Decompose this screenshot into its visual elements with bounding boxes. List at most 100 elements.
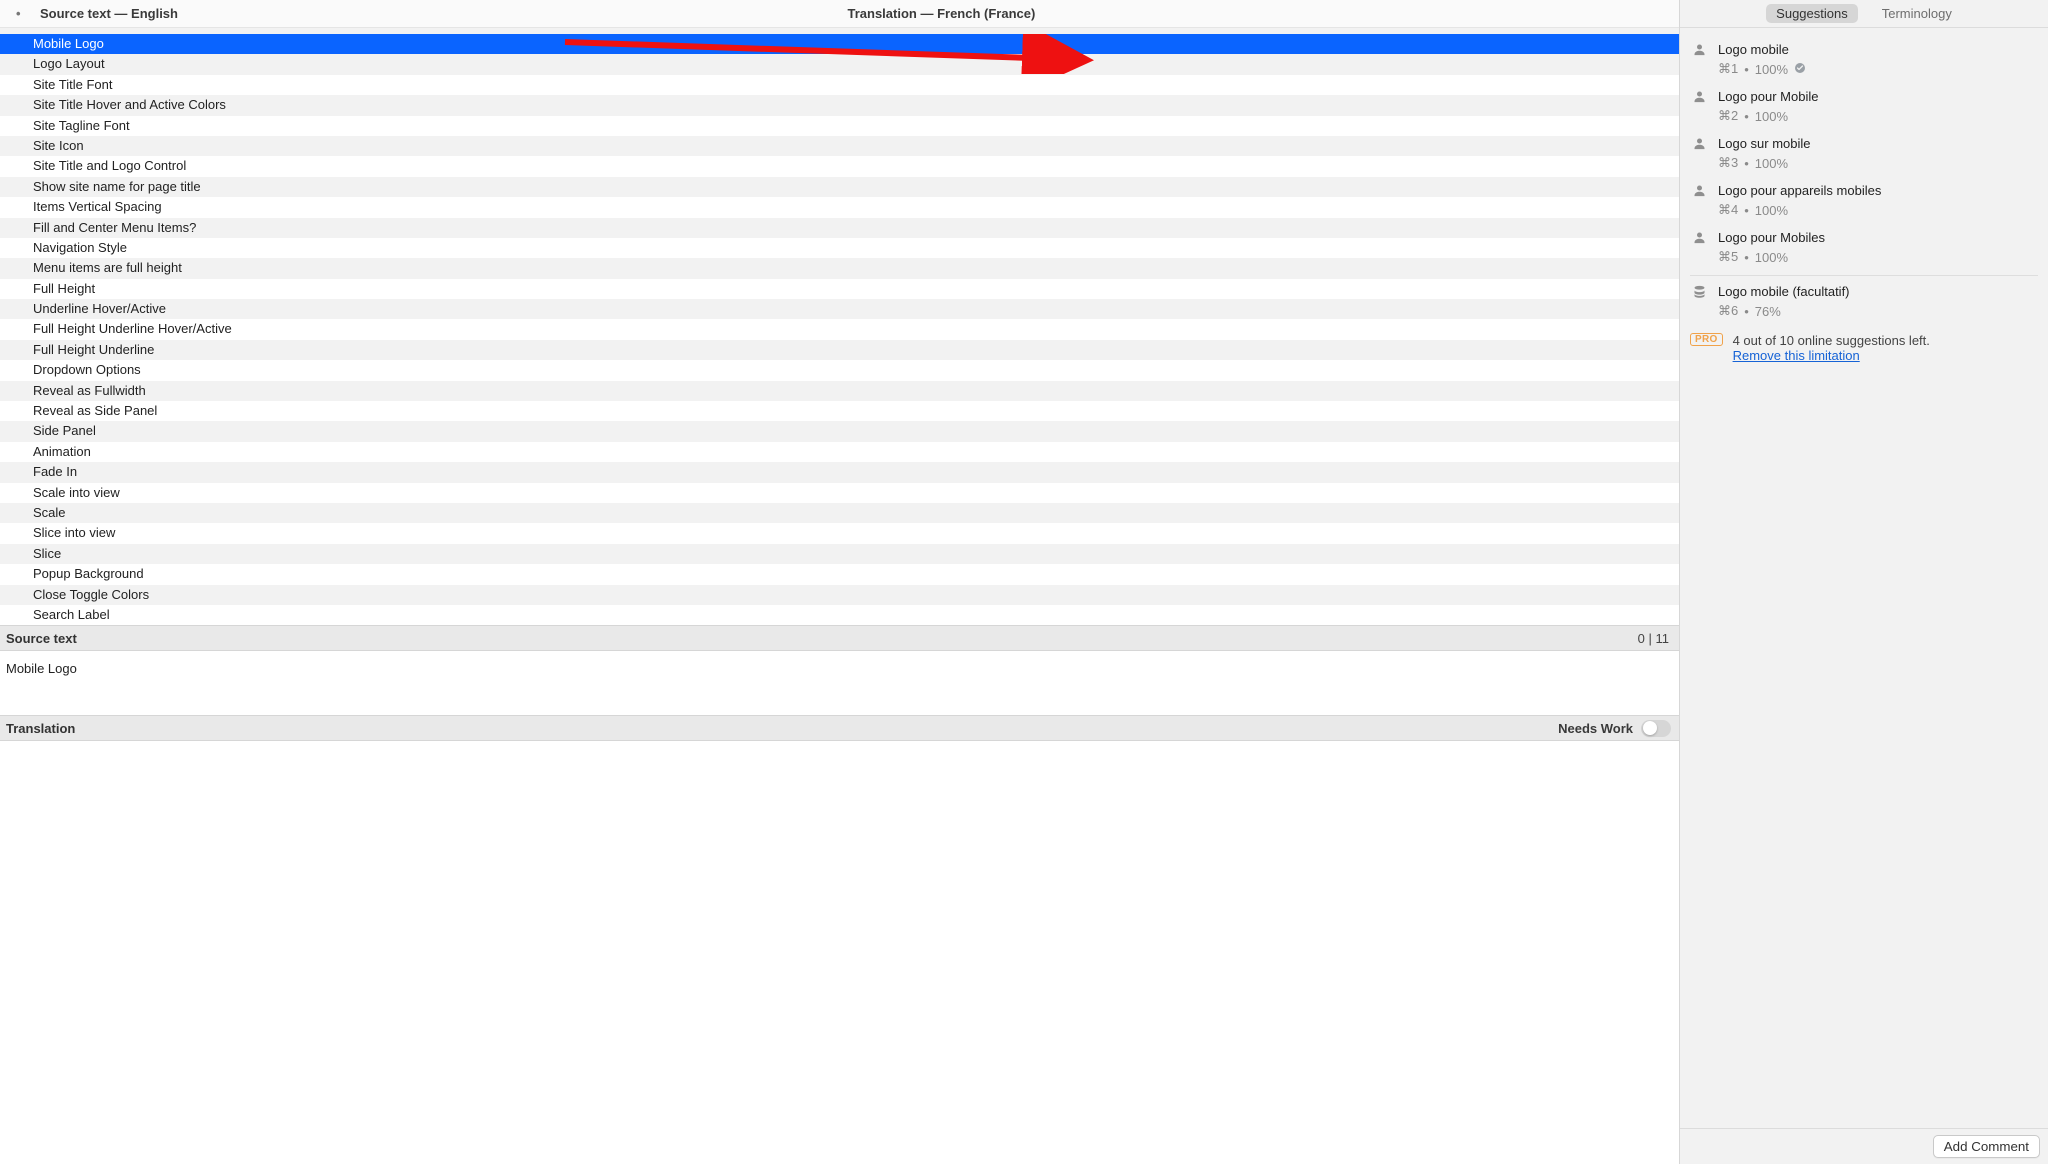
- list-item-label: Site Tagline Font: [33, 118, 130, 133]
- tab-terminology[interactable]: Terminology: [1872, 4, 1962, 23]
- list-item[interactable]: Popup Background: [0, 564, 1679, 584]
- list-item[interactable]: Site Title Hover and Active Colors: [0, 95, 1679, 115]
- suggestion-shortcut: ⌘2: [1718, 108, 1738, 124]
- list-item[interactable]: Search Label: [0, 605, 1679, 625]
- add-comment-button[interactable]: Add Comment: [1933, 1135, 2040, 1158]
- suggestion-shortcut: ⌘5: [1718, 249, 1738, 265]
- list-item-label: Logo Layout: [33, 56, 105, 71]
- list-item[interactable]: Scale into view: [0, 483, 1679, 503]
- suggestion-item[interactable]: Logo sur mobile ⌘3•100%: [1690, 130, 2038, 177]
- suggestion-text: Logo mobile: [1718, 42, 2038, 57]
- list-item[interactable]: Reveal as Fullwidth: [0, 381, 1679, 401]
- list-item-label: Dropdown Options: [33, 362, 141, 377]
- list-item[interactable]: Scale: [0, 503, 1679, 523]
- list-item-label: Full Height Underline: [33, 342, 154, 357]
- suggestion-item[interactable]: Logo mobile (facultatif) ⌘6•76%: [1690, 278, 2038, 325]
- list-item-label: Items Vertical Spacing: [33, 199, 162, 214]
- suggestion-item[interactable]: Logo mobile ⌘1•100%: [1690, 36, 2038, 83]
- suggestion-item[interactable]: Logo pour Mobile ⌘2•100%: [1690, 83, 2038, 130]
- list-item[interactable]: Items Vertical Spacing: [0, 197, 1679, 217]
- suggestion-text: Logo mobile (facultatif): [1718, 284, 2038, 299]
- list-item-label: Underline Hover/Active: [33, 301, 166, 316]
- list-item-label: Scale: [33, 505, 66, 520]
- source-strings-list[interactable]: Mobile Logo Logo Layout Site Title Font Sit…: [0, 34, 1679, 625]
- suggestion-meta: ⌘5•100%: [1718, 249, 2038, 265]
- suggestion-text: Logo pour appareils mobiles: [1718, 183, 2038, 198]
- suggestion-shortcut: ⌘3: [1718, 155, 1738, 171]
- list-item-label: Full Height: [33, 281, 95, 296]
- suggestion-match: 100%: [1755, 156, 1788, 171]
- suggestion-meta: ⌘1•100%: [1718, 61, 2038, 77]
- list-columns-header: Source text — English Translation — Fren…: [0, 0, 1679, 28]
- list-item-label: Site Icon: [33, 138, 84, 153]
- suggestion-item[interactable]: Logo pour Mobiles ⌘5•100%: [1690, 224, 2038, 271]
- suggestions-divider: [1690, 275, 2038, 276]
- suggestion-match: 100%: [1755, 109, 1788, 124]
- person-icon: [1690, 183, 1708, 218]
- list-item[interactable]: Menu items are full height: [0, 258, 1679, 278]
- list-item-label: Close Toggle Colors: [33, 587, 149, 602]
- list-item[interactable]: Site Title Font: [0, 75, 1679, 95]
- list-item-label: Reveal as Fullwidth: [33, 383, 146, 398]
- list-item[interactable]: Underline Hover/Active: [0, 299, 1679, 319]
- translation-subheader: Translation Needs Work: [0, 715, 1679, 741]
- person-icon: [1690, 136, 1708, 171]
- limitation-notice: PRO 4 out of 10 online suggestions left.…: [1680, 325, 2048, 371]
- list-item-label: Fill and Center Menu Items?: [33, 220, 196, 235]
- suggestion-text: Logo sur mobile: [1718, 136, 2038, 151]
- suggestion-text: Logo pour Mobile: [1718, 89, 2038, 104]
- list-item-label: Show site name for page title: [33, 179, 201, 194]
- suggestion-match: 100%: [1755, 250, 1788, 265]
- person-icon: [1690, 42, 1708, 77]
- suggestion-meta: ⌘3•100%: [1718, 155, 2038, 171]
- list-item-label: Scale into view: [33, 485, 120, 500]
- list-item[interactable]: Close Toggle Colors: [0, 585, 1679, 605]
- translation-label: Translation: [6, 721, 75, 736]
- suggestion-shortcut: ⌘6: [1718, 303, 1738, 319]
- suggestions-list: Logo mobile ⌘1•100% Logo pour Mobile ⌘2•100…: [1680, 28, 2048, 325]
- list-item[interactable]: Slice into view: [0, 523, 1679, 543]
- list-item[interactable]: Logo Layout: [0, 54, 1679, 74]
- suggestion-match: 100%: [1755, 203, 1788, 218]
- list-item[interactable]: Full Height: [0, 279, 1679, 299]
- suggestion-item[interactable]: Logo pour appareils mobiles ⌘4•100%: [1690, 177, 2038, 224]
- list-item[interactable]: Full Height Underline Hover/Active: [0, 319, 1679, 339]
- suggestion-meta: ⌘6•76%: [1718, 303, 2038, 319]
- source-text-label: Source text: [6, 631, 77, 646]
- list-item[interactable]: Full Height Underline: [0, 340, 1679, 360]
- suggestion-text: Logo pour Mobiles: [1718, 230, 2038, 245]
- list-item[interactable]: Dropdown Options: [0, 360, 1679, 380]
- limitation-text: 4 out of 10 online suggestions left.: [1733, 333, 1930, 348]
- suggestion-meta: ⌘4•100%: [1718, 202, 2038, 218]
- needs-work-toggle[interactable]: [1641, 720, 1671, 737]
- list-item-label: Side Panel: [33, 423, 96, 438]
- list-item[interactable]: Fade In: [0, 462, 1679, 482]
- suggestion-shortcut: ⌘4: [1718, 202, 1738, 218]
- list-item[interactable]: Reveal as Side Panel: [0, 401, 1679, 421]
- translation-input[interactable]: [0, 741, 1679, 1164]
- list-item[interactable]: Show site name for page title: [0, 177, 1679, 197]
- list-item[interactable]: Site Icon: [0, 136, 1679, 156]
- list-item[interactable]: Slice: [0, 544, 1679, 564]
- list-item-label: Full Height Underline Hover/Active: [33, 321, 232, 336]
- list-item[interactable]: Navigation Style: [0, 238, 1679, 258]
- list-item-label: Site Title Hover and Active Colors: [33, 97, 226, 112]
- suggestion-match: 100%: [1755, 62, 1788, 77]
- list-item[interactable]: Fill and Center Menu Items?: [0, 218, 1679, 238]
- remove-limitation-link[interactable]: Remove this limitation: [1733, 348, 1860, 363]
- source-text-pane: Mobile Logo: [0, 651, 1679, 715]
- list-item-label: Menu items are full height: [33, 260, 182, 275]
- list-item[interactable]: Animation: [0, 442, 1679, 462]
- needs-work-label: Needs Work: [1558, 721, 1633, 736]
- suggestion-match: 76%: [1755, 304, 1781, 319]
- source-text-value: Mobile Logo: [6, 661, 77, 676]
- tab-suggestions[interactable]: Suggestions: [1766, 4, 1858, 23]
- list-item[interactable]: Side Panel: [0, 421, 1679, 441]
- list-item[interactable]: Site Title and Logo Control: [0, 156, 1679, 176]
- list-item-label: Reveal as Side Panel: [33, 403, 157, 418]
- list-item-label: Navigation Style: [33, 240, 127, 255]
- list-item-label: Slice into view: [33, 525, 115, 540]
- suggestion-meta: ⌘2•100%: [1718, 108, 2038, 124]
- list-item[interactable]: Mobile Logo: [0, 34, 1679, 54]
- list-item[interactable]: Site Tagline Font: [0, 116, 1679, 136]
